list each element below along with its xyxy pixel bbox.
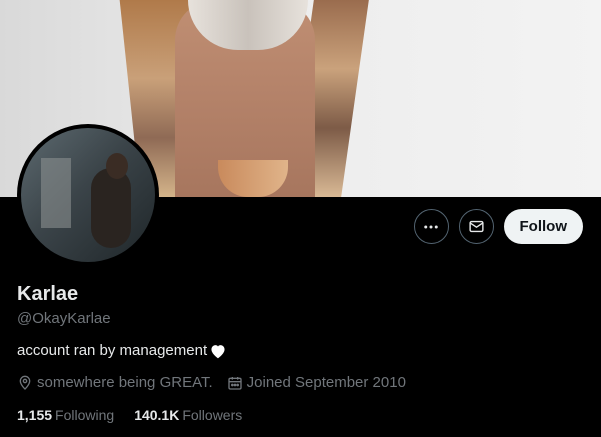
- avatar-image: [21, 128, 155, 262]
- followers-link[interactable]: 140.1K Followers: [134, 407, 242, 423]
- more-button[interactable]: [413, 209, 449, 244]
- avatar[interactable]: [17, 124, 159, 266]
- followers-count: 140.1K: [134, 407, 180, 423]
- followers-label: Followers: [182, 407, 243, 423]
- bio-text: account ran by management: [17, 342, 208, 359]
- message-button[interactable]: [458, 209, 494, 244]
- join-date-text: Joined September 2010: [246, 374, 406, 391]
- following-link[interactable]: 1,155 Following: [17, 407, 114, 423]
- profile-stats: 1,155 Following 140.1K Followers: [17, 407, 262, 423]
- envelope-icon: [468, 220, 484, 233]
- follow-button[interactable]: Follow: [503, 209, 583, 244]
- profile-meta: somewhere being GREAT. Joined September …: [17, 374, 420, 391]
- calendar-icon: [227, 376, 242, 390]
- following-label: Following: [55, 407, 115, 423]
- profile-bio: account ran by management: [17, 342, 227, 359]
- profile-actions: Follow: [413, 209, 583, 244]
- following-count: 1,155: [17, 407, 53, 423]
- location: somewhere being GREAT.: [17, 374, 213, 391]
- more-dots-icon: [424, 225, 438, 228]
- map-pin-icon: [19, 375, 31, 390]
- profile-handle: @OkayKarlae: [17, 310, 111, 327]
- white-heart-icon: [209, 343, 227, 359]
- location-text: somewhere being GREAT.: [37, 374, 213, 391]
- profile-name: Karlae: [17, 283, 79, 305]
- join-date: Joined September 2010: [227, 374, 406, 391]
